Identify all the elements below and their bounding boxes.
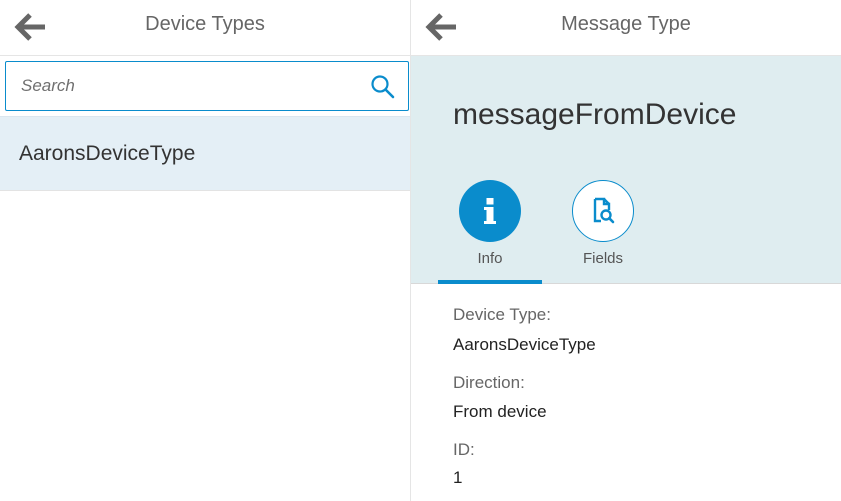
message-type-pane: Message Type messageFromDevice Info Fiel… bbox=[410, 0, 841, 501]
info-icon bbox=[484, 198, 496, 224]
tab-fields[interactable]: Fields bbox=[551, 180, 655, 284]
document-search-icon bbox=[593, 197, 615, 224]
tab-fields-icon-circle bbox=[572, 180, 634, 242]
list-item-label: AaronsDeviceType bbox=[19, 142, 196, 165]
id-value: 1 bbox=[453, 468, 463, 487]
search-icon[interactable] bbox=[370, 74, 396, 100]
direction-value: From device bbox=[453, 402, 547, 421]
tab-info-icon-circle bbox=[459, 180, 521, 242]
id-label: ID: bbox=[453, 440, 475, 459]
device-types-pane: Device Types AaronsDeviceType bbox=[0, 0, 410, 501]
device-type-label: Device Type: bbox=[453, 305, 551, 324]
tab-fields-label: Fields bbox=[582, 250, 623, 267]
search-field[interactable] bbox=[5, 61, 409, 111]
tab-info[interactable]: Info bbox=[438, 180, 542, 284]
object-title: messageFromDevice bbox=[453, 98, 737, 131]
object-header: messageFromDevice Info Fields bbox=[411, 56, 841, 284]
tab-selected-indicator bbox=[438, 280, 542, 284]
page-title: Device Types bbox=[145, 13, 265, 35]
direction-label: Direction: bbox=[453, 373, 525, 392]
list-item[interactable]: AaronsDeviceType bbox=[0, 116, 410, 191]
tab-info-label: Info bbox=[477, 250, 503, 267]
page-title: Message Type bbox=[561, 13, 691, 35]
right-header: Message Type bbox=[411, 0, 841, 56]
search-input[interactable] bbox=[6, 62, 356, 110]
left-header: Device Types bbox=[0, 0, 410, 56]
device-type-value: AaronsDeviceType bbox=[453, 335, 596, 354]
